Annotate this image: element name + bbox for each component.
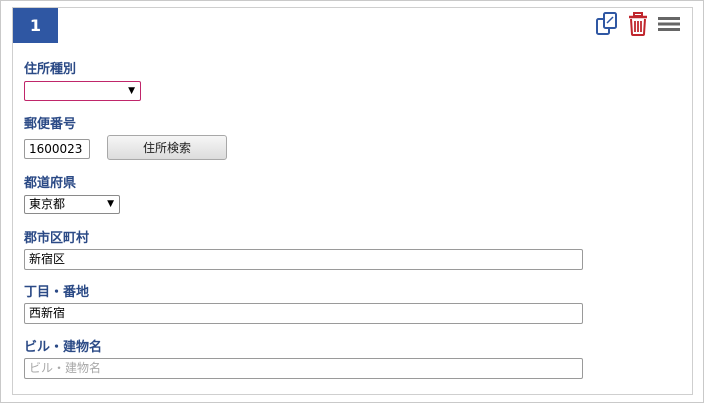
chevron-down-icon: ▼: [107, 199, 114, 209]
address-card: 1 住所種別 ▼ 郵便番号 1600023 住所検索 都道府県 東京都 ▼ 郡市…: [12, 7, 693, 395]
page-frame: 1 住所種別 ▼ 郵便番号 1600023 住所検索 都道府県 東京都 ▼ 郡市…: [0, 0, 704, 403]
prefecture-label: 都道府県: [24, 176, 77, 191]
prefecture-value: 東京都: [29, 197, 66, 211]
card-number-badge: 1: [13, 8, 58, 43]
block-input[interactable]: 西新宿: [24, 303, 583, 324]
city-input[interactable]: 新宿区: [24, 249, 583, 270]
copy-icon[interactable]: [595, 11, 619, 41]
address-type-label: 住所種別: [24, 62, 77, 77]
address-search-button[interactable]: 住所検索: [107, 135, 227, 160]
building-label: ビル・建物名: [24, 340, 103, 355]
building-input[interactable]: ビル・建物名: [24, 358, 583, 379]
chevron-down-icon: ▼: [128, 86, 135, 96]
prefecture-select[interactable]: 東京都 ▼: [24, 195, 120, 214]
address-type-select[interactable]: ▼: [24, 81, 141, 101]
postal-code-label: 郵便番号: [24, 117, 77, 132]
city-label: 郡市区町村: [24, 231, 90, 246]
block-label: 丁目・番地: [24, 285, 90, 300]
postal-code-input[interactable]: 1600023: [24, 139, 90, 159]
hamburger-menu-icon[interactable]: [657, 11, 681, 41]
trash-icon[interactable]: [627, 11, 649, 41]
